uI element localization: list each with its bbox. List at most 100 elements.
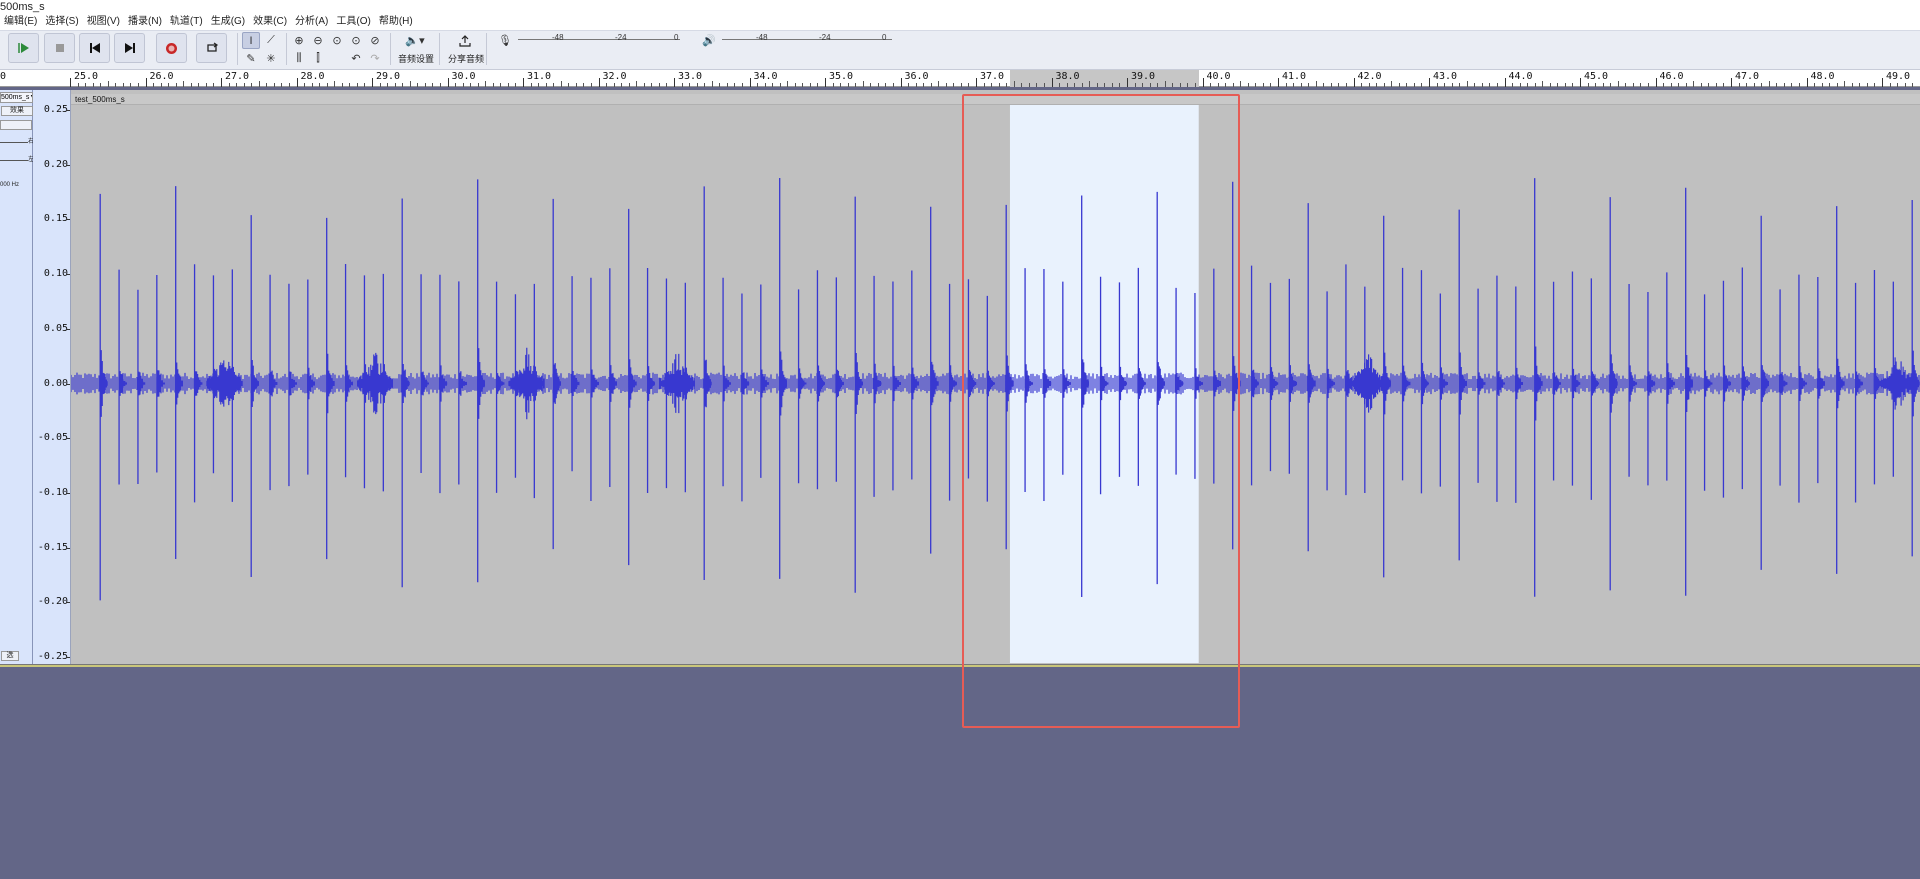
ruler-tick-label: 36.0: [904, 71, 929, 82]
ruler-tick-label: 40.0: [1206, 71, 1231, 82]
ruler-minor-tick: [794, 83, 796, 87]
ruler-minor-tick: [1164, 81, 1166, 87]
selection-tool[interactable]: I: [242, 32, 260, 49]
record-meter[interactable]: -48 -24 0: [518, 33, 680, 45]
envelope-tool[interactable]: ⟋: [262, 32, 280, 49]
track-resize-handle[interactable]: [0, 664, 1920, 667]
menu-generate[interactable]: 生成(G): [207, 14, 249, 30]
ruler-tick-label: 32.0: [602, 71, 627, 82]
ruler-minor-tick: [1315, 81, 1317, 87]
effects-button[interactable]: 效果: [1, 106, 33, 116]
skip-start-button[interactable]: [79, 33, 110, 63]
ruler-minor-tick: [1474, 83, 1476, 87]
ruler-minor-tick: [1308, 83, 1310, 87]
record-meter-button[interactable]: 🎙: [496, 32, 514, 49]
amplitude-tick: [66, 274, 70, 276]
gain-slider[interactable]: [0, 142, 28, 143]
play-button[interactable]: [8, 33, 39, 63]
zoom-toggle-button[interactable]: ⊘: [366, 32, 384, 49]
menu-select[interactable]: 选择(S): [41, 14, 82, 30]
ruler-minor-tick: [545, 83, 547, 87]
ruler-minor-tick: [1089, 81, 1091, 87]
track-name-dropdown[interactable]: 500ms_s▼: [0, 92, 33, 103]
ruler-minor-tick: [1194, 83, 1196, 87]
ruler-minor-tick: [77, 83, 79, 87]
ruler-minor-tick: [439, 83, 441, 87]
ruler-minor-tick: [772, 83, 774, 87]
zoom-in-button[interactable]: ⊕: [290, 32, 308, 49]
ruler-minor-tick: [1376, 83, 1378, 87]
ruler-minor-tick: [1172, 83, 1174, 87]
ruler-minor-tick: [1670, 83, 1672, 87]
loop-button[interactable]: [196, 33, 227, 63]
ruler-minor-tick: [1383, 83, 1385, 87]
ruler-minor-tick: [757, 83, 759, 87]
menu-tools[interactable]: 工具(O): [332, 14, 374, 30]
ruler-minor-tick: [802, 83, 804, 87]
stop-button[interactable]: [44, 33, 75, 63]
ruler-minor-tick: [1519, 83, 1521, 87]
zoom-in-icon: ⊕: [294, 35, 304, 47]
ruler-tick-label: 43.0: [1433, 71, 1458, 82]
draw-tool[interactable]: ✎: [242, 50, 260, 67]
ruler-minor-tick: [1232, 83, 1234, 87]
menu-effect[interactable]: 效果(C): [249, 14, 291, 30]
ruler-minor-tick: [1791, 83, 1793, 87]
trim-icon: ⫼: [296, 52, 302, 64]
pan-slider[interactable]: [0, 160, 28, 161]
select-button[interactable]: 选: [1, 651, 19, 661]
timeline-ruler[interactable]: 0 25.0 26.0 27.0 28.0 29.0 30.0 31.0 32.0 33.0 34.…: [0, 70, 1920, 87]
ruler-tick-label: 41.0: [1282, 71, 1307, 82]
menu-analyze[interactable]: 分析(A): [291, 14, 332, 30]
silence-button[interactable]: ⫿: [309, 50, 327, 67]
ruler-minor-tick: [1323, 83, 1325, 87]
skip-end-button[interactable]: [114, 33, 145, 63]
ruler-minor-tick: [243, 83, 245, 87]
menu-help[interactable]: 帮助(H): [375, 14, 417, 30]
menu-tracks[interactable]: 轨道(T): [166, 14, 207, 30]
multi-tool[interactable]: ✳: [262, 50, 280, 67]
undo-button[interactable]: ↶: [347, 50, 365, 67]
fit-project-button[interactable]: ⊙: [347, 32, 365, 49]
redo-button[interactable]: ↷: [366, 50, 384, 67]
menu-transport[interactable]: 播录(N): [124, 14, 166, 30]
amplitude-scale[interactable]: 0.25 0.20 0.15 0.10 0.05 0.00 -0.05 -0.10 -0.15 -…: [33, 90, 71, 665]
ruler-minor-tick: [288, 83, 290, 87]
ruler-tick-label: 46.0: [1659, 71, 1684, 82]
ruler-minor-tick: [1240, 81, 1242, 87]
audio-setup-button[interactable]: 🔈▾: [402, 32, 428, 49]
menu-edit[interactable]: 编辑(E): [0, 14, 41, 30]
ruler-minor-tick: [621, 83, 623, 87]
track-control-panel[interactable]: 500ms_s▼ 效果 右 左 000 Hz 选: [0, 90, 34, 665]
ruler-minor-tick: [1391, 81, 1393, 87]
ruler-minor-tick: [424, 83, 426, 87]
ruler-minor-tick: [1459, 83, 1461, 87]
ruler-minor-tick: [1685, 83, 1687, 87]
stop-icon: [55, 44, 64, 52]
playback-meter[interactable]: -48 -24 0: [722, 33, 892, 45]
ruler-minor-tick: [1844, 81, 1846, 87]
record-button[interactable]: [156, 33, 187, 63]
ruler-minor-tick: [470, 83, 472, 87]
ruler-minor-tick: [228, 83, 230, 87]
trim-button[interactable]: ⫼: [290, 50, 308, 67]
ruler-minor-tick: [870, 83, 872, 87]
ruler-minor-tick: [1678, 83, 1680, 87]
share-audio-button[interactable]: [456, 32, 474, 49]
ruler-minor-tick: [568, 83, 570, 87]
ruler-minor-tick: [1829, 83, 1831, 87]
fit-selection-button[interactable]: ⊙: [328, 32, 346, 49]
menu-view[interactable]: 视图(V): [83, 14, 124, 30]
ruler-minor-tick: [153, 83, 155, 87]
zoom-out-button[interactable]: ⊖: [309, 32, 327, 49]
ruler-minor-tick: [115, 83, 117, 87]
ruler-minor-tick: [1889, 83, 1891, 87]
ruler-tick-label: 42.0: [1357, 71, 1382, 82]
ruler-minor-tick: [1225, 83, 1227, 87]
playback-meter-button[interactable]: 🔊: [700, 32, 718, 49]
ruler-minor-tick: [356, 83, 358, 87]
ruler-minor-tick: [681, 83, 683, 87]
silence-icon: ⫿: [316, 52, 320, 64]
amplitude-tick-label: 0.05: [43, 322, 68, 334]
mute-solo-buttons[interactable]: [0, 120, 32, 130]
